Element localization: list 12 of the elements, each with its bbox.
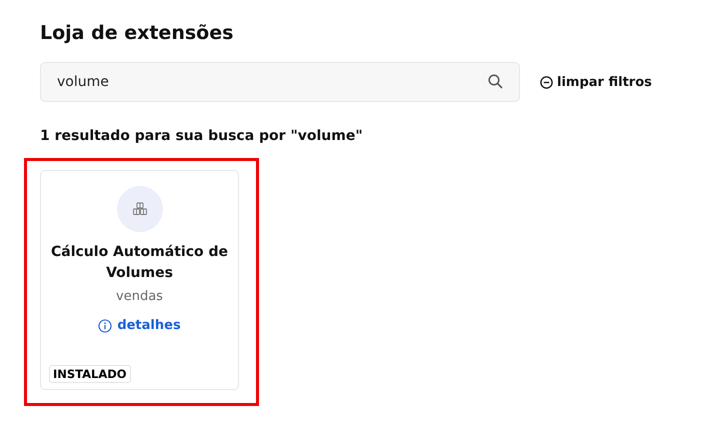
page-title: Loja de extensões bbox=[40, 22, 234, 46]
clear-filters-link[interactable]: limpar filtros bbox=[540, 74, 652, 90]
search-icon[interactable] bbox=[488, 74, 503, 89]
minus-circle-icon bbox=[540, 76, 553, 88]
result-summary: 1 resultado para sua busca por "volume" bbox=[40, 128, 364, 144]
details-link[interactable]: detalhes bbox=[98, 318, 181, 333]
extension-category: vendas bbox=[116, 289, 163, 304]
search-field[interactable]: volume bbox=[40, 62, 520, 102]
installed-badge: INSTALADO bbox=[49, 365, 131, 383]
info-icon bbox=[98, 318, 112, 332]
extension-name: Cálculo Automático de Volumes bbox=[50, 243, 230, 283]
boxes-icon bbox=[132, 202, 148, 216]
